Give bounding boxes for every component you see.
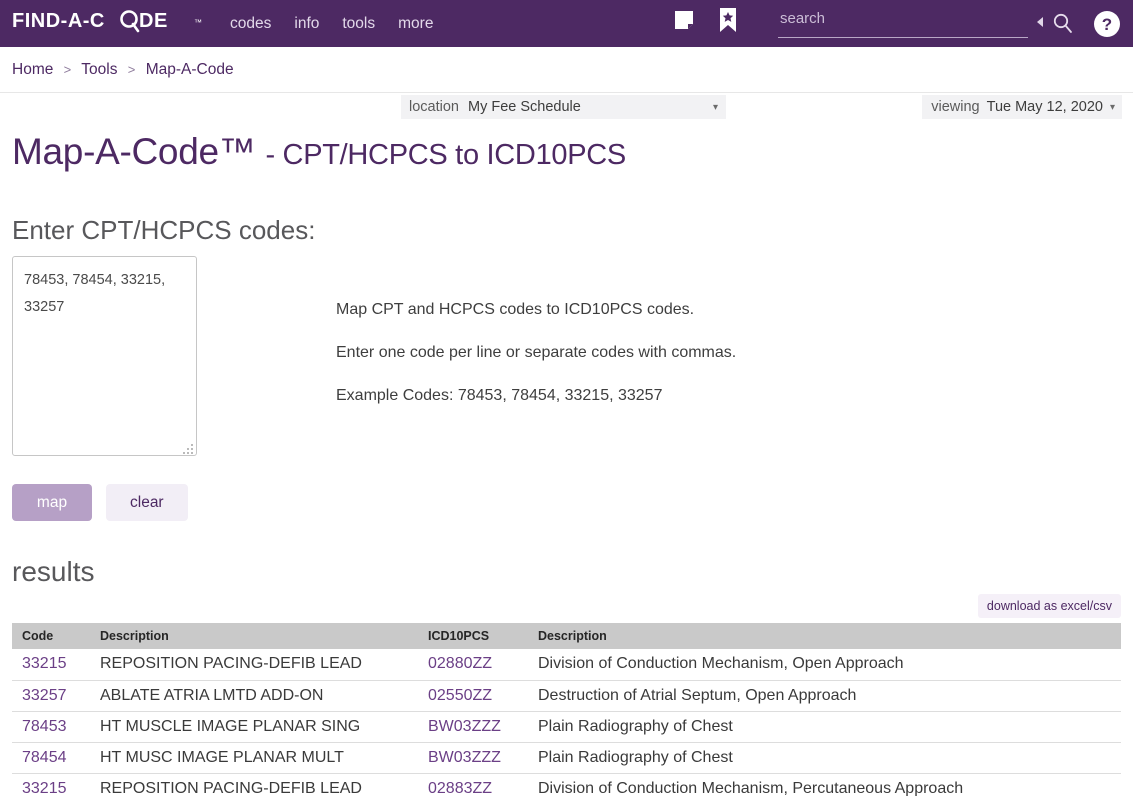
- cell-code[interactable]: 78453: [12, 711, 90, 743]
- page-title-main: Map-A-Code™: [12, 131, 256, 172]
- enter-codes-label: Enter CPT/HCPCS codes:: [12, 215, 316, 245]
- viewing-date-select[interactable]: viewing Tue May 12, 2020 ▾: [922, 95, 1122, 119]
- help-circle-icon[interactable]: ?: [1093, 10, 1121, 43]
- column-header-description[interactable]: Description: [90, 623, 418, 649]
- cell-icd-description: Plain Radiography of Chest: [528, 742, 1121, 774]
- cell-code[interactable]: 78454: [12, 742, 90, 774]
- cell-icd10pcs[interactable]: 02880ZZ: [418, 649, 528, 681]
- search-box[interactable]: [778, 8, 1028, 38]
- column-header-icd-description[interactable]: Description: [528, 623, 1121, 649]
- cell-code[interactable]: 33257: [12, 680, 90, 712]
- nav-item-more[interactable]: more: [398, 15, 433, 33]
- context-bar: Home > Tools > Map-A-Code location My Fe…: [0, 47, 1133, 119]
- download-row: download as excel/csv: [12, 594, 1121, 618]
- cell-description: HT MUSC IMAGE PLANAR MULT: [90, 742, 418, 774]
- instruction-line-3: Example Codes: 78453, 78454, 33215, 3325…: [336, 387, 663, 404]
- code-entry-form: Map CPT and HCPCS codes to ICD10PCS code…: [12, 256, 1121, 461]
- svg-text:DE: DE: [139, 10, 168, 32]
- nav-item-tools[interactable]: tools: [342, 15, 375, 33]
- location-select[interactable]: location My Fee Schedule ▾: [401, 95, 726, 119]
- svg-text:FIND-A-C: FIND-A-C: [12, 10, 105, 32]
- results-table-body: 33215 REPOSITION PACING-DEFIB LEAD 02880ZZ…: [12, 649, 1121, 796]
- page-body: Map-A-Code™ - CPT/HCPCS to ICD10PCS Ente…: [0, 131, 1133, 796]
- cell-icd10pcs[interactable]: BW03ZZZ: [418, 711, 528, 743]
- table-row[interactable]: 78454 HT MUSC IMAGE PLANAR MULT BW03ZZZ Pla…: [12, 742, 1121, 774]
- viewing-select-value: Tue May 12, 2020: [986, 99, 1103, 115]
- instruction-line-2: Enter one code per line or separate code…: [336, 344, 737, 361]
- cell-icd-description: Destruction of Atrial Septum, Open Appro…: [528, 680, 1121, 712]
- table-header-row: Code Description ICD10PCS Description: [12, 623, 1121, 649]
- download-excel-csv-button[interactable]: download as excel/csv: [977, 594, 1121, 618]
- cell-description: ABLATE ATRIA LMTD ADD-ON: [90, 680, 418, 712]
- site-logo[interactable]: FIND-A-C DE ™: [12, 9, 202, 38]
- results-heading: results: [12, 556, 95, 587]
- svg-text:?: ?: [1102, 15, 1112, 34]
- breadcrumb-item-home[interactable]: Home: [12, 61, 53, 78]
- table-row[interactable]: 33257 ABLATE ATRIA LMTD ADD-ON 02550ZZ Dest…: [12, 680, 1121, 712]
- results-table-head: Code Description ICD10PCS Description: [12, 623, 1121, 649]
- viewing-select-label: viewing: [931, 99, 980, 115]
- location-select-value: My Fee Schedule: [467, 99, 581, 115]
- breadcrumb-item-map-a-code[interactable]: Map-A-Code: [146, 61, 234, 78]
- codes-textarea-wrapper: [12, 256, 197, 461]
- search-input[interactable]: [778, 8, 1028, 31]
- header-icon-group: [672, 7, 739, 38]
- cell-description: HT MUSCLE IMAGE PLANAR SING: [90, 711, 418, 743]
- chevron-down-icon[interactable]: ▾: [1110, 102, 1115, 113]
- cell-icd10pcs[interactable]: BW03ZZZ: [418, 742, 528, 774]
- primary-nav: codes info tools more: [230, 15, 433, 33]
- location-select-label: location: [409, 99, 459, 115]
- cell-icd-description: Plain Radiography of Chest: [528, 711, 1121, 743]
- cell-description: REPOSITION PACING-DEFIB LEAD: [90, 773, 418, 796]
- cell-icd10pcs[interactable]: 02550ZZ: [418, 680, 528, 712]
- nav-item-codes[interactable]: codes: [230, 15, 271, 33]
- breadcrumb-separator: >: [127, 61, 136, 77]
- instruction-line-1: Map CPT and HCPCS codes to ICD10PCS code…: [336, 301, 695, 318]
- table-row[interactable]: 33215 REPOSITION PACING-DEFIB LEAD 02883ZZ…: [12, 773, 1121, 796]
- search-icon[interactable]: [1052, 12, 1074, 39]
- cell-code[interactable]: 33215: [12, 649, 90, 681]
- table-row[interactable]: 33215 REPOSITION PACING-DEFIB LEAD 02880ZZ…: [12, 649, 1121, 681]
- map-button[interactable]: map: [12, 484, 92, 521]
- column-header-code[interactable]: Code: [12, 623, 90, 649]
- page-title: Map-A-Code™ - CPT/HCPCS to ICD10PCS: [12, 131, 1121, 173]
- caret-left-icon[interactable]: [1037, 17, 1043, 27]
- table-row[interactable]: 78453 HT MUSCLE IMAGE PLANAR SING BW03ZZZ P…: [12, 711, 1121, 743]
- form-button-row: map clear: [12, 484, 1121, 521]
- cell-code[interactable]: 33215: [12, 773, 90, 796]
- note-icon[interactable]: [672, 8, 696, 37]
- bookmark-icon[interactable]: [717, 7, 739, 38]
- cell-description: REPOSITION PACING-DEFIB LEAD: [90, 649, 418, 681]
- cell-icd-description: Division of Conduction Mechanism, Open A…: [528, 649, 1121, 681]
- results-table: Code Description ICD10PCS Description 33…: [12, 623, 1121, 796]
- nav-item-info[interactable]: info: [294, 15, 319, 33]
- chevron-down-icon[interactable]: ▾: [713, 102, 718, 113]
- logo-wordmark: FIND-A-C DE: [12, 9, 192, 38]
- breadcrumb-item-tools[interactable]: Tools: [81, 61, 117, 78]
- clear-button[interactable]: clear: [106, 484, 188, 521]
- logo-trademark: ™: [194, 18, 202, 27]
- cell-icd10pcs[interactable]: 02883ZZ: [418, 773, 528, 796]
- cell-icd-description: Division of Conduction Mechanism, Percut…: [528, 773, 1121, 796]
- codes-textarea[interactable]: [12, 256, 197, 456]
- breadcrumb: Home > Tools > Map-A-Code: [12, 61, 234, 79]
- top-navigation-bar: FIND-A-C DE ™ codes info tools more sear…: [0, 0, 1133, 47]
- find-a-code-logo-icon: FIND-A-C DE: [12, 10, 168, 33]
- instructions-block: Map CPT and HCPCS codes to ICD10PCS code…: [336, 256, 736, 430]
- column-header-icd10pcs[interactable]: ICD10PCS: [418, 623, 528, 649]
- page-title-subtitle: - CPT/HCPCS to ICD10PCS: [265, 139, 626, 171]
- breadcrumb-separator: >: [63, 61, 72, 77]
